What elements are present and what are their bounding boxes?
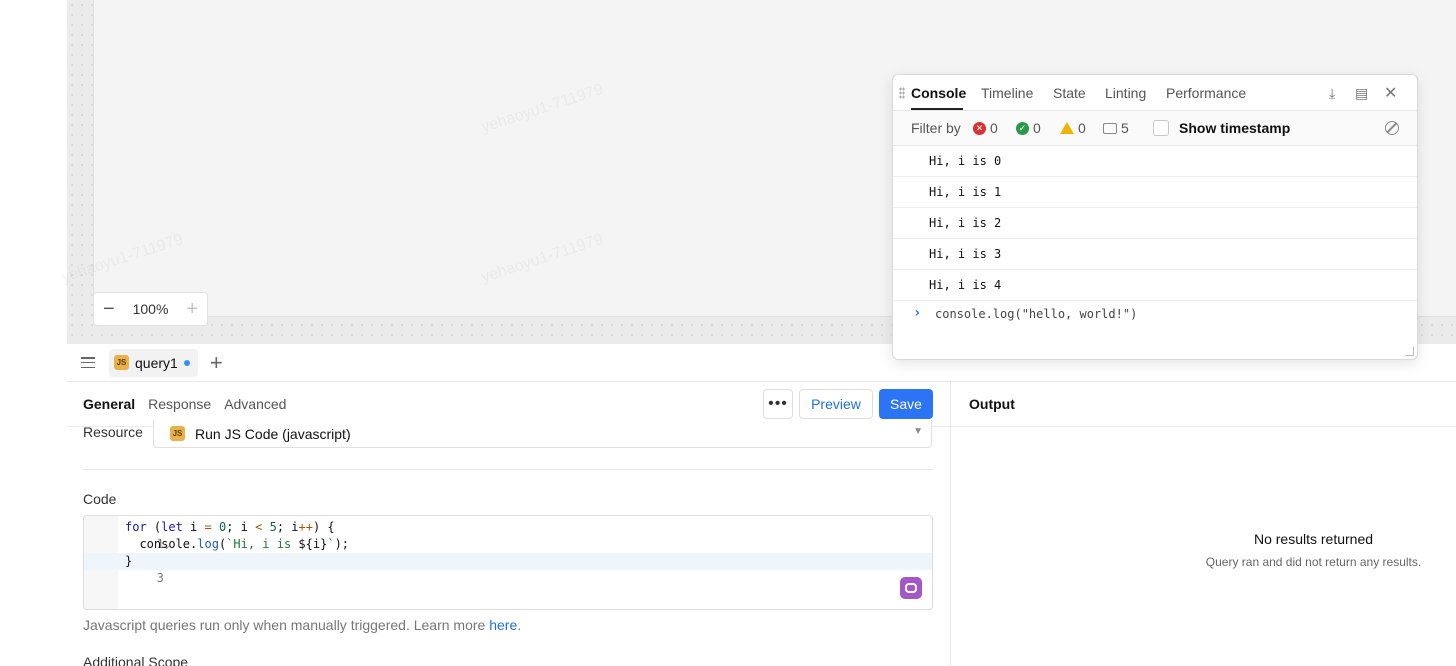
log-entry: Hi, i is 0	[893, 146, 1417, 177]
app-root: yehaoyu1-711979 yehaoyu1-711979 yehaoyu1…	[0, 0, 1456, 666]
tab-performance[interactable]: Performance	[1166, 85, 1246, 101]
code-text: for (let i = 0; i < 5; i++) {	[125, 520, 335, 534]
left-gutter	[0, 0, 67, 666]
tab-console[interactable]: Console	[911, 85, 966, 101]
save-button[interactable]: Save	[879, 389, 933, 419]
code-text: console.log(`Hi, i is ${i}`);	[125, 537, 350, 551]
console-input[interactable]: › console.log("hello, world!")	[893, 299, 1417, 329]
check-icon: ✓	[1016, 121, 1029, 135]
resource-label: Resource	[83, 424, 143, 440]
tab-linting[interactable]: Linting	[1105, 85, 1146, 101]
code-line[interactable]: 1⌄ for (let i = 0; i < 5; i++) {	[84, 519, 932, 551]
resource-select[interactable]: JS Run JS Code (javascript) ▼	[153, 420, 932, 448]
line-number: 3	[156, 571, 164, 585]
drag-handle-icon[interactable]	[899, 87, 905, 99]
output-title: Output	[969, 396, 1015, 412]
console-tabs: Console Timeline State Linting Performan…	[893, 75, 1417, 111]
menu-icon[interactable]	[81, 357, 95, 368]
console-filter-bar: Filter by ✕ 0 ✓ 0 0 5 Show timestamp	[893, 111, 1417, 146]
code-label: Code	[83, 491, 117, 507]
zoom-level: 100%	[132, 301, 169, 317]
output-panel: Output No results returned Query ran and…	[951, 382, 1456, 666]
additional-scope-label: Additional Scope	[83, 654, 189, 666]
watermark: yehaoyu1-711979	[479, 231, 605, 287]
tab-timeline[interactable]: Timeline	[981, 85, 1033, 101]
show-timestamp-checkbox[interactable]	[1153, 120, 1169, 136]
code-line[interactable]: 2 console.log(`Hi, i is ${i}`);	[84, 536, 932, 568]
download-icon[interactable]: ⤓	[1329, 85, 1335, 102]
empty-state-subtitle: Query ran and did not return any results…	[1205, 555, 1422, 569]
editor-actions: ••• Preview Save	[763, 389, 933, 419]
js-icon: JS	[114, 355, 129, 370]
clear-console-icon[interactable]	[1385, 121, 1399, 135]
tab-advanced[interactable]: Advanced	[224, 396, 286, 412]
zoom-in-button[interactable]: +	[186, 299, 198, 319]
clipboard-icon[interactable]: ▤	[1355, 85, 1368, 102]
warning-icon	[1060, 122, 1074, 134]
query-tab-query1[interactable]: JS query1	[109, 348, 198, 377]
tab-response[interactable]: Response	[148, 396, 211, 412]
log-entry: Hi, i is 3	[893, 239, 1417, 270]
editor-tabs: General Response Advanced	[83, 396, 286, 412]
close-icon[interactable]: ✕	[1384, 83, 1397, 103]
trigger-hint: Javascript queries run only when manuall…	[83, 617, 522, 633]
tab-general[interactable]: General	[83, 396, 135, 412]
message-icon	[1103, 122, 1117, 134]
empty-state-title: No results returned	[1253, 531, 1374, 547]
active-tab-indicator	[911, 108, 963, 110]
log-entry: Hi, i is 2	[893, 208, 1417, 239]
resource-value: Run JS Code (javascript)	[195, 425, 351, 442]
filter-errors[interactable]: ✕ 0	[973, 120, 998, 136]
log-entry: Hi, i is 1	[893, 177, 1417, 208]
debug-console-panel: Console Timeline State Linting Performan…	[892, 74, 1418, 360]
resize-handle-icon[interactable]	[1405, 347, 1414, 356]
filter-messages[interactable]: 5	[1103, 120, 1129, 136]
output-header-divider	[951, 426, 1456, 427]
code-editor[interactable]: 1⌄ for (let i = 0; i < 5; i++) { 2 conso…	[83, 515, 933, 610]
console-input-text: console.log("hello, world!")	[935, 307, 1138, 321]
filter-warnings[interactable]: 0	[1060, 120, 1086, 136]
tab-state[interactable]: State	[1053, 85, 1086, 101]
log-entry: Hi, i is 4	[893, 270, 1417, 301]
query-editor-panel: General Response Advanced ••• Preview Sa…	[67, 382, 951, 666]
code-text: }	[125, 554, 133, 568]
prompt-chevron-icon: ›	[913, 305, 922, 321]
learn-more-link[interactable]: here	[489, 617, 517, 633]
more-options-button[interactable]: •••	[763, 389, 793, 419]
zoom-out-button[interactable]: −	[103, 299, 115, 319]
section-divider	[83, 469, 933, 470]
error-icon: ✕	[973, 121, 986, 135]
query-tab-label: query1	[135, 354, 178, 371]
zoom-control: − 100% +	[93, 292, 208, 326]
code-line-current[interactable]: 3 }	[84, 553, 932, 585]
filter-label: Filter by	[911, 120, 961, 136]
show-timestamp-label: Show timestamp	[1179, 120, 1291, 136]
add-query-button[interactable]: +	[210, 351, 223, 374]
preview-button[interactable]: Preview	[799, 389, 873, 419]
watermark: yehaoyu1-711979	[479, 81, 605, 137]
unsaved-dot-icon	[183, 359, 190, 366]
chevron-down-icon: ▼	[913, 426, 923, 437]
js-icon: JS	[170, 426, 185, 441]
ai-assist-icon[interactable]	[900, 577, 922, 599]
filter-success[interactable]: ✓ 0	[1016, 120, 1041, 136]
